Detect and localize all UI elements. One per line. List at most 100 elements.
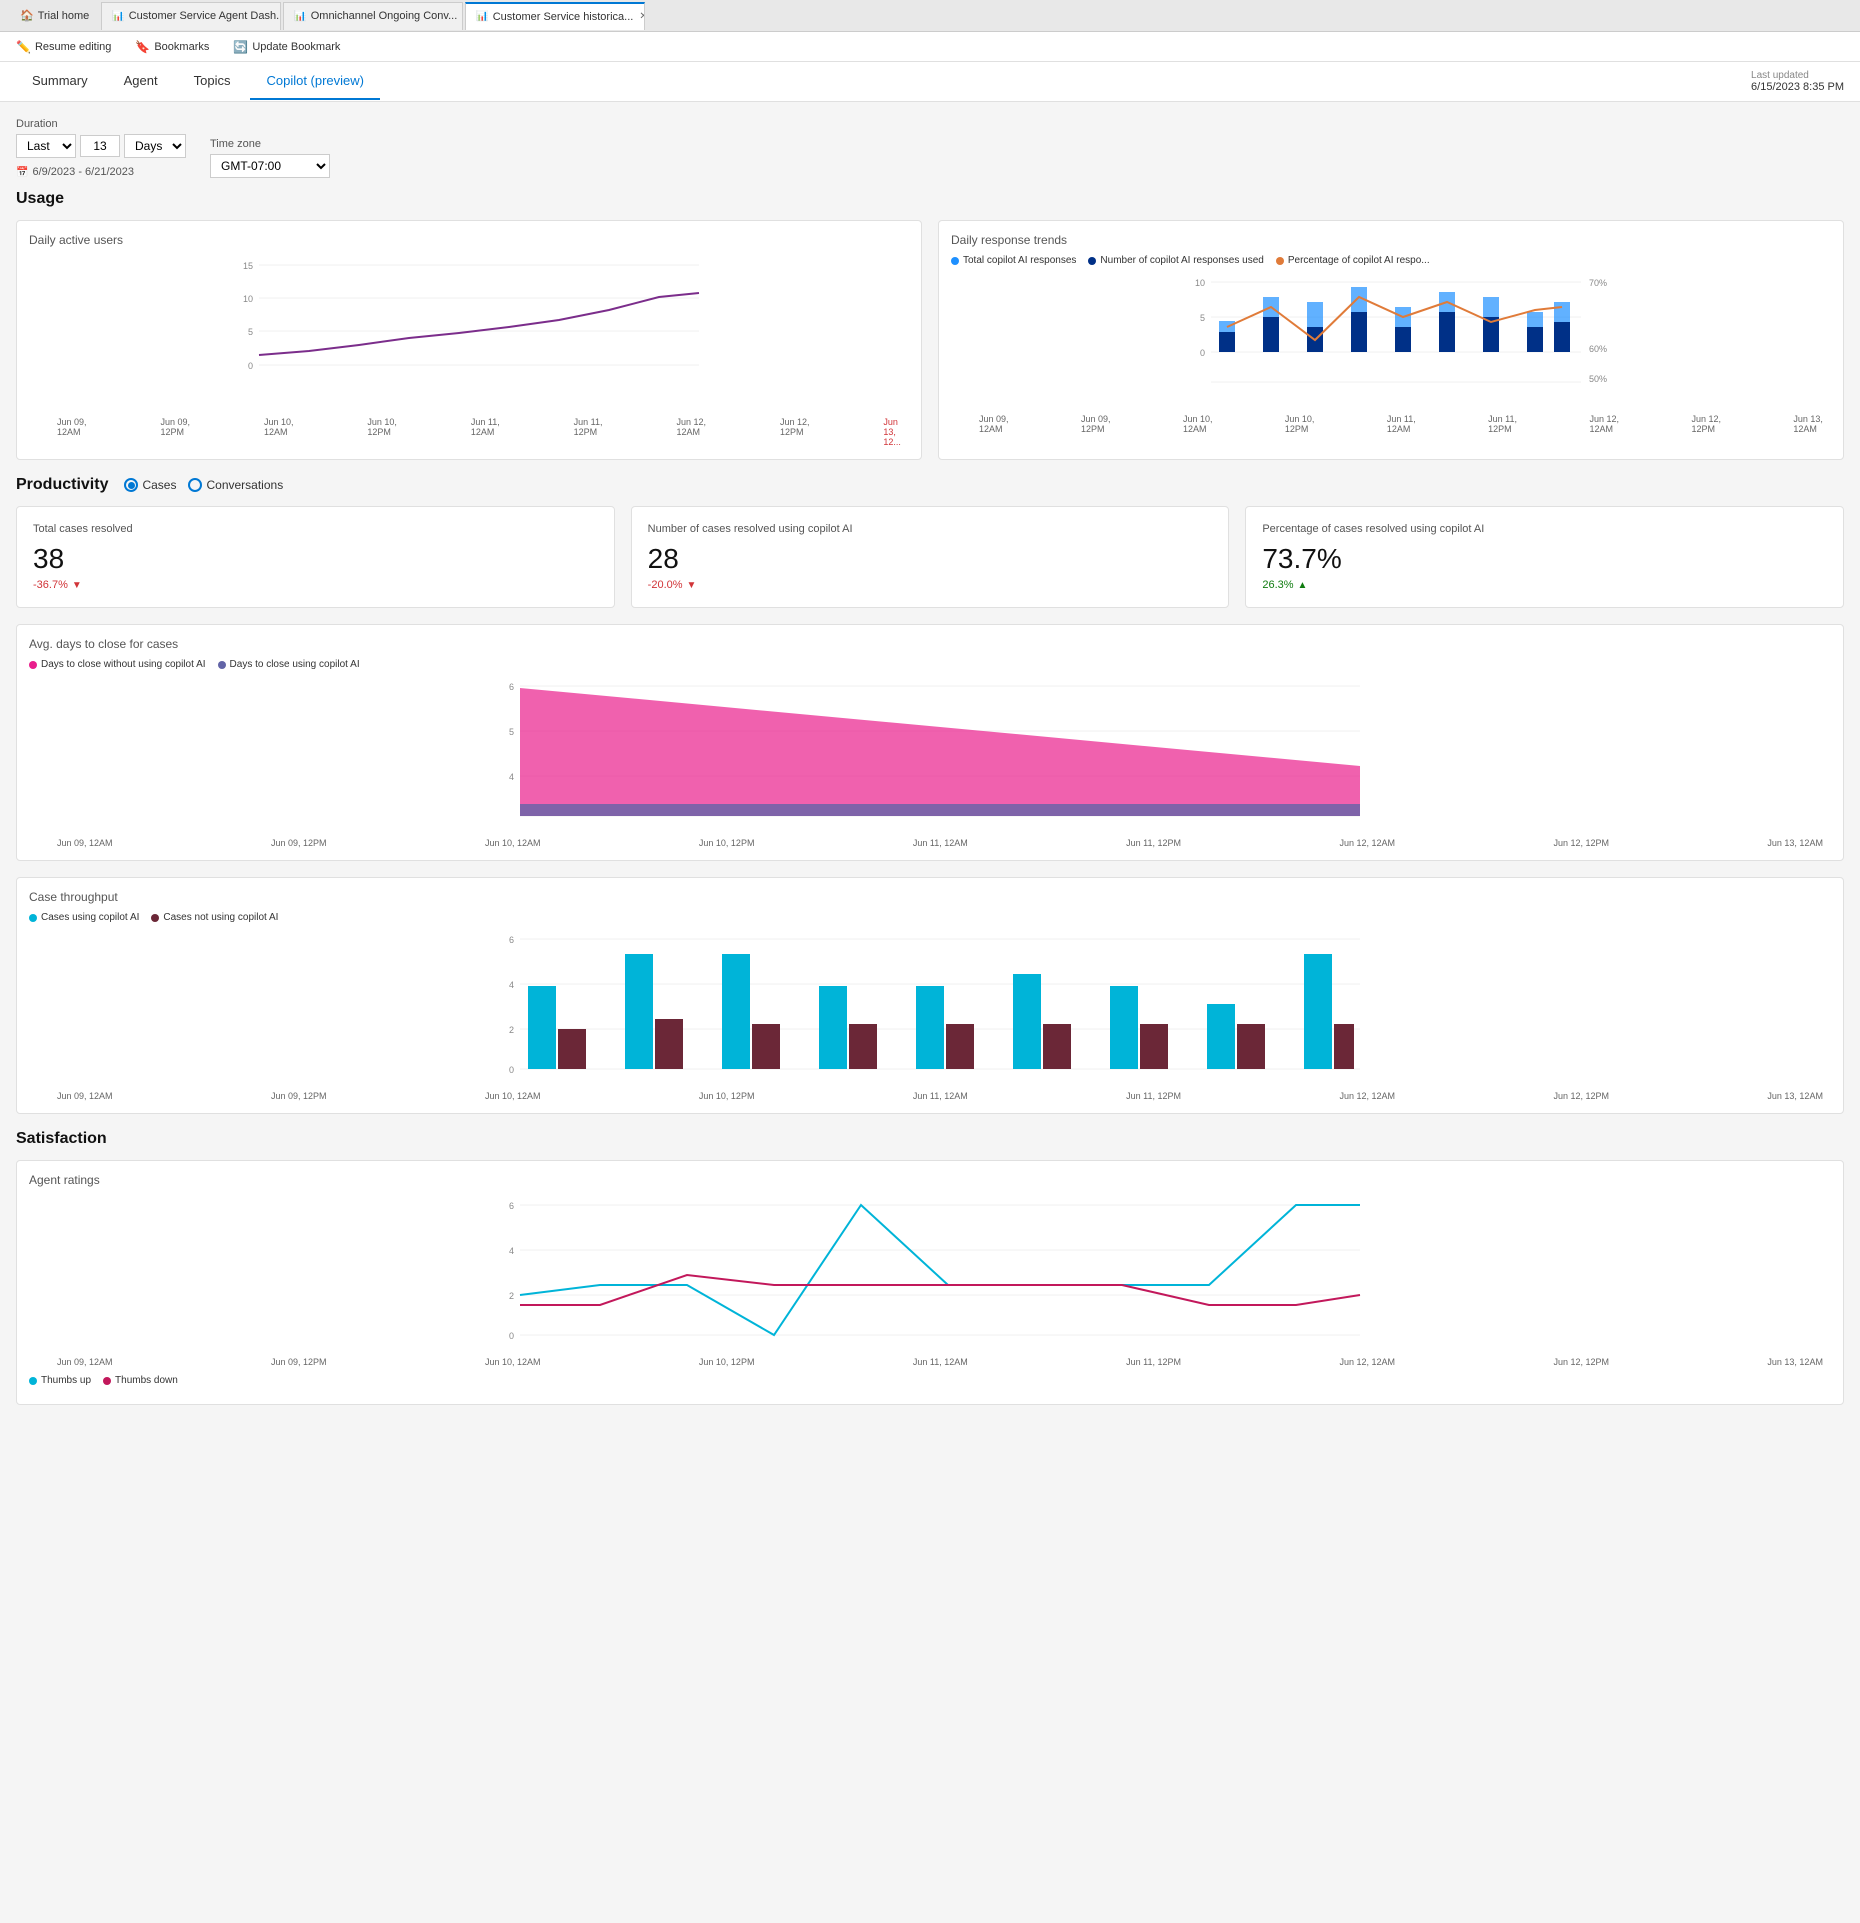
tab-close-button[interactable]: ✕ bbox=[639, 11, 645, 22]
daily-active-users-chart: 15 10 5 0 bbox=[29, 255, 909, 415]
usage-section-title: Usage bbox=[16, 190, 1844, 208]
toolbar: ✏️ Resume editing 🔖 Bookmarks 🔄 Update B… bbox=[0, 32, 1860, 62]
browser-tab-bar: 🏠 Trial home 📊 Customer Service Agent Da… bbox=[0, 0, 1860, 32]
satisfaction-title: Satisfaction bbox=[16, 1130, 1844, 1148]
metric-total-cases: Total cases resolved 38 -36.7% ▼ bbox=[16, 506, 615, 608]
svg-text:4: 4 bbox=[509, 1246, 514, 1256]
metric-total-cases-title: Total cases resolved bbox=[33, 523, 598, 535]
legend-responses-used: Number of copilot AI responses used bbox=[1088, 255, 1263, 266]
timezone-filter: Time zone GMT-07:00 bbox=[210, 138, 330, 178]
productivity-section-title: Productivity bbox=[16, 476, 108, 494]
case-throughput-title: Case throughput bbox=[29, 890, 1831, 904]
up-arrow-icon: ▲ bbox=[1298, 580, 1308, 591]
daily-active-users-title: Daily active users bbox=[29, 233, 909, 247]
radio-conversations[interactable]: Conversations bbox=[188, 478, 283, 492]
tab-summary[interactable]: Summary bbox=[16, 63, 104, 100]
daily-response-trends-title: Daily response trends bbox=[951, 233, 1831, 247]
metric-total-cases-change: -36.7% ▼ bbox=[33, 579, 598, 591]
avg-days-close-title: Avg. days to close for cases bbox=[29, 637, 1831, 651]
agent-ratings-legend: Thumbs up Thumbs down bbox=[29, 1375, 1831, 1386]
tab-agent[interactable]: Agent bbox=[108, 63, 174, 100]
avg-days-close-chart: 6 5 4 bbox=[29, 676, 1831, 836]
legend-total-responses: Total copilot AI responses bbox=[951, 255, 1076, 266]
svg-text:0: 0 bbox=[509, 1331, 514, 1341]
tab-customer-service-dash[interactable]: 📊 Customer Service Agent Dash... bbox=[101, 2, 281, 30]
svg-text:2: 2 bbox=[509, 1025, 514, 1035]
refresh-icon: 🔄 bbox=[233, 40, 248, 54]
down-arrow-icon-2: ▼ bbox=[687, 580, 697, 591]
svg-text:6: 6 bbox=[509, 1201, 514, 1211]
case-throughput-legend: Cases using copilot AI Cases not using c… bbox=[29, 912, 1831, 923]
usage-charts-row: Daily active users 15 10 5 0 Jun 09,12AM… bbox=[16, 220, 1844, 460]
svg-text:10: 10 bbox=[1195, 278, 1205, 288]
metric-total-cases-value: 38 bbox=[33, 543, 598, 575]
update-bookmark-button[interactable]: 🔄 Update Bookmark bbox=[229, 38, 344, 56]
svg-text:4: 4 bbox=[509, 980, 514, 990]
duration-controls: Last Days bbox=[16, 134, 186, 158]
svg-text:6: 6 bbox=[509, 682, 514, 692]
legend-percentage: Percentage of copilot AI respo... bbox=[1276, 255, 1430, 266]
response-trends-x-labels: Jun 09,12AM Jun 09,12PM Jun 10,12AM Jun … bbox=[951, 414, 1831, 434]
svg-text:4: 4 bbox=[509, 772, 514, 782]
svg-text:5: 5 bbox=[1200, 313, 1205, 323]
last-updated: Last updated 6/15/2023 8:35 PM bbox=[1735, 62, 1860, 101]
radio-cases[interactable]: Cases bbox=[124, 478, 176, 492]
bookmark-icon: 🔖 bbox=[135, 40, 150, 54]
agent-ratings-card: Agent ratings 6 4 2 0 Jun 09, 12AM Jun 0… bbox=[16, 1160, 1844, 1405]
duration-preset-select[interactable]: Last bbox=[16, 134, 76, 158]
svg-text:60%: 60% bbox=[1589, 344, 1607, 354]
main-content: Duration Last Days 📅 6/9/2023 - 6/21/202… bbox=[0, 102, 1860, 1437]
case-throughput-chart: 6 4 2 0 bbox=[29, 929, 1831, 1089]
radio-circle-conversations bbox=[188, 478, 202, 492]
metric-percentage-copilot: Percentage of cases resolved using copil… bbox=[1245, 506, 1844, 608]
metric-percentage-change: 26.3% ▲ bbox=[1262, 579, 1827, 591]
duration-unit-select[interactable]: Days bbox=[124, 134, 186, 158]
svg-text:15: 15 bbox=[243, 261, 253, 271]
metric-copilot-cases-value: 28 bbox=[648, 543, 1213, 575]
tab-trial-home[interactable]: 🏠 Trial home bbox=[8, 2, 101, 30]
tab-icon-3: 📊 bbox=[476, 11, 488, 22]
pencil-icon: ✏️ bbox=[16, 40, 31, 54]
tab-icon-1: 📊 bbox=[112, 11, 124, 22]
response-trends-legend: Total copilot AI responses Number of cop… bbox=[951, 255, 1831, 266]
legend-dot-non-copilot-cases bbox=[151, 914, 159, 922]
metric-percentage-value: 73.7% bbox=[1262, 543, 1827, 575]
metrics-row: Total cases resolved 38 -36.7% ▼ Number … bbox=[16, 506, 1844, 608]
metric-copilot-cases: Number of cases resolved using copilot A… bbox=[631, 506, 1230, 608]
metric-copilot-cases-change: -20.0% ▼ bbox=[648, 579, 1213, 591]
daily-response-trends-card: Daily response trends Total copilot AI r… bbox=[938, 220, 1844, 460]
duration-filter: Duration Last Days 📅 6/9/2023 - 6/21/202… bbox=[16, 118, 186, 178]
timezone-select[interactable]: GMT-07:00 bbox=[210, 154, 330, 178]
resume-editing-button[interactable]: ✏️ Resume editing bbox=[12, 38, 115, 56]
calendar-icon: 📅 bbox=[16, 167, 28, 178]
avg-days-legend: Days to close without using copilot AI D… bbox=[29, 659, 1831, 670]
tab-copilot-preview[interactable]: Copilot (preview) bbox=[250, 63, 380, 100]
tab-topics[interactable]: Topics bbox=[178, 63, 247, 100]
metric-percentage-title: Percentage of cases resolved using copil… bbox=[1262, 523, 1827, 535]
date-range-display: 📅 6/9/2023 - 6/21/2023 bbox=[16, 166, 186, 178]
agent-ratings-title: Agent ratings bbox=[29, 1173, 1831, 1187]
metric-copilot-cases-title: Number of cases resolved using copilot A… bbox=[648, 523, 1213, 535]
svg-text:0: 0 bbox=[509, 1065, 514, 1075]
radio-circle-cases bbox=[124, 478, 138, 492]
home-icon: 🏠 bbox=[20, 9, 34, 22]
tab-customer-service-historical[interactable]: 📊 Customer Service historica... ✕ bbox=[465, 2, 645, 30]
svg-text:70%: 70% bbox=[1589, 278, 1607, 288]
tab-omnichannel[interactable]: 📊 Omnichannel Ongoing Conv... bbox=[283, 2, 463, 30]
radio-group-cases-conversations: Cases Conversations bbox=[124, 478, 283, 492]
duration-value-input[interactable] bbox=[80, 135, 120, 157]
legend-dot-thumbs-down bbox=[103, 1377, 111, 1385]
svg-text:2: 2 bbox=[509, 1291, 514, 1301]
filters-section: Duration Last Days 📅 6/9/2023 - 6/21/202… bbox=[16, 118, 1844, 178]
legend-dot-without-copilot bbox=[29, 661, 37, 669]
case-throughput-card: Case throughput Cases using copilot AI C… bbox=[16, 877, 1844, 1114]
agent-ratings-x-labels: Jun 09, 12AM Jun 09, 12PM Jun 10, 12AM J… bbox=[29, 1357, 1831, 1367]
svg-text:0: 0 bbox=[248, 361, 253, 371]
response-trends-chart: 10 5 0 70% 60% 50% bbox=[951, 272, 1831, 412]
svg-text:5: 5 bbox=[248, 327, 253, 337]
svg-text:50%: 50% bbox=[1589, 374, 1607, 384]
legend-dot-with-copilot bbox=[218, 661, 226, 669]
down-arrow-icon: ▼ bbox=[72, 580, 82, 591]
agent-ratings-chart: 6 4 2 0 bbox=[29, 1195, 1831, 1355]
bookmarks-button[interactable]: 🔖 Bookmarks bbox=[131, 38, 213, 56]
